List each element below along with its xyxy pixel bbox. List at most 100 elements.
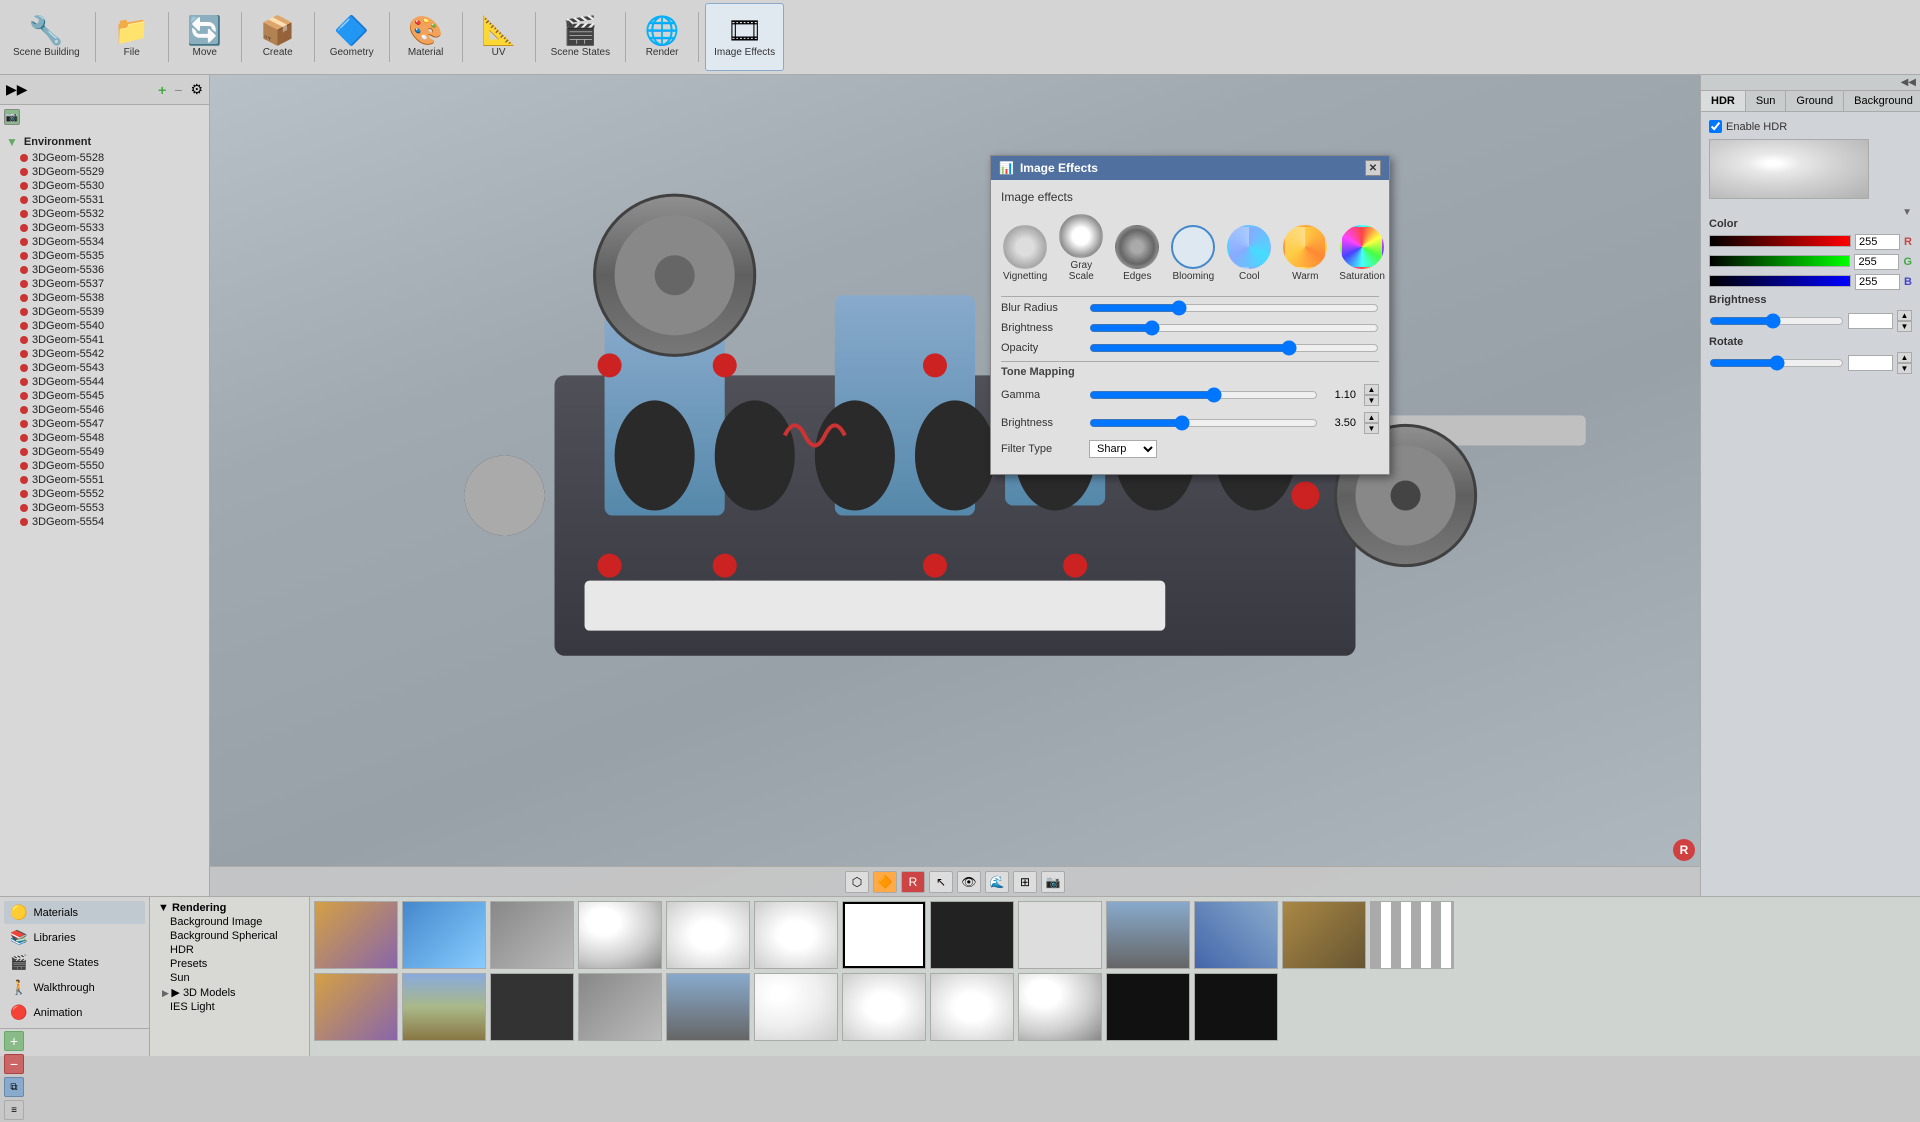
bl-tab-animation[interactable]: 🔴 Animation xyxy=(4,1001,145,1024)
sidebar-add-icon[interactable]: + xyxy=(156,80,168,100)
brightness-up-btn[interactable]: ▲ xyxy=(1897,310,1912,321)
tree-item-3dgeom-5528[interactable]: 3DGeom-5528 xyxy=(4,151,205,165)
thumb-8[interactable] xyxy=(930,901,1014,969)
ie-gamma-slider[interactable] xyxy=(1089,387,1318,403)
tree-item-3dgeom-5537[interactable]: 3DGeom-5537 xyxy=(4,277,205,291)
vp-btn-camera[interactable]: 📷 xyxy=(1041,871,1065,893)
thumb-23[interactable] xyxy=(1106,973,1190,1041)
bottom-settings-button[interactable]: ≡ xyxy=(4,1100,24,1120)
tree-item-3dgeom-5545[interactable]: 3DGeom-5545 xyxy=(4,389,205,403)
bl-tab-libraries[interactable]: 📚 Libraries xyxy=(4,926,145,949)
bt-background-image[interactable]: Background Image xyxy=(154,915,305,929)
bt-rendering[interactable]: ▼ Rendering xyxy=(154,901,305,915)
bl-tab-materials[interactable]: 🟡 Materials xyxy=(4,901,145,924)
brightness-down-btn[interactable]: ▼ xyxy=(1897,321,1912,332)
ie-opacity-slider[interactable] xyxy=(1089,340,1379,356)
thumb-14[interactable] xyxy=(314,973,398,1041)
thumb-10[interactable] xyxy=(1106,901,1190,969)
bl-tab-scene-states[interactable]: 🎬 Scene States xyxy=(4,951,145,974)
tree-item-3dgeom-5535[interactable]: 3DGeom-5535 xyxy=(4,249,205,263)
sidebar-settings-icon[interactable]: ⚙ xyxy=(188,79,205,100)
thumb-21[interactable] xyxy=(930,973,1014,1041)
thumb-7[interactable] xyxy=(842,901,926,969)
color-r-input[interactable] xyxy=(1855,234,1900,250)
toolbar-item-move[interactable]: 🔄 Move xyxy=(175,3,235,71)
thumb-11[interactable] xyxy=(1194,901,1278,969)
rotate-up-btn[interactable]: ▲ xyxy=(1897,352,1912,363)
bt-background-spherical[interactable]: Background Spherical xyxy=(154,929,305,943)
tree-item-3dgeom-5542[interactable]: 3DGeom-5542 xyxy=(4,347,205,361)
ie-effect-edges[interactable]: Edges xyxy=(1113,223,1161,284)
bottom-add-button[interactable]: + xyxy=(4,1031,24,1051)
thumb-4[interactable] xyxy=(578,901,662,969)
tree-item-3dgeom-5539[interactable]: 3DGeom-5539 xyxy=(4,305,205,319)
tree-item-3dgeom-5536[interactable]: 3DGeom-5536 xyxy=(4,263,205,277)
vp-btn-r[interactable]: R xyxy=(901,871,925,893)
rotate-slider[interactable] xyxy=(1709,355,1844,371)
vp-btn-grid[interactable]: ⊞ xyxy=(1013,871,1037,893)
thumb-1[interactable] xyxy=(314,901,398,969)
toolbar-item-render[interactable]: 🌐 Render xyxy=(632,3,692,71)
thumb-5[interactable] xyxy=(666,901,750,969)
bt-ies-light[interactable]: IES Light xyxy=(154,1000,305,1014)
rp-tab-ground[interactable]: Ground xyxy=(1786,91,1844,111)
thumb-3[interactable] xyxy=(490,901,574,969)
vp-btn-select[interactable]: ↖ xyxy=(929,871,953,893)
tree-item-3dgeom-5531[interactable]: 3DGeom-5531 xyxy=(4,193,205,207)
ie-brightness-tone-slider[interactable] xyxy=(1089,415,1318,431)
vp-btn-orange[interactable]: 🔶 xyxy=(873,871,897,893)
tree-item-3dgeom-5540[interactable]: 3DGeom-5540 xyxy=(4,319,205,333)
thumb-24[interactable] xyxy=(1194,973,1278,1041)
tree-item-3dgeom-5554[interactable]: 3DGeom-5554 xyxy=(4,515,205,529)
ie-brightness-slider[interactable] xyxy=(1089,320,1379,336)
tree-item-3dgeom-5546[interactable]: 3DGeom-5546 xyxy=(4,403,205,417)
ie-gamma-down[interactable]: ▼ xyxy=(1364,395,1379,406)
tree-item-3dgeom-5547[interactable]: 3DGeom-5547 xyxy=(4,417,205,431)
r-badge[interactable]: R xyxy=(1673,839,1695,861)
bt-3d-models[interactable]: ▶ 3D Models xyxy=(154,985,305,1000)
vp-btn-cube[interactable]: ⬡ xyxy=(845,871,869,893)
tree-item-3dgeom-5552[interactable]: 3DGeom-5552 xyxy=(4,487,205,501)
ie-blur-radius-slider[interactable] xyxy=(1089,300,1379,316)
tree-item-3dgeom-5534[interactable]: 3DGeom-5534 xyxy=(4,235,205,249)
bt-sun[interactable]: Sun xyxy=(154,971,305,985)
right-panel-collapse-icon[interactable]: ◀◀ xyxy=(1901,77,1916,88)
bottom-dup-button[interactable]: ⧉ xyxy=(4,1077,24,1097)
ie-effect-cool[interactable]: Cool xyxy=(1225,223,1273,284)
thumb-18[interactable] xyxy=(666,973,750,1041)
tree-item-3dgeom-5541[interactable]: 3DGeom-5541 xyxy=(4,333,205,347)
thumb-15[interactable] xyxy=(402,973,486,1041)
thumb-13[interactable] xyxy=(1370,901,1454,969)
ie-effect-warm[interactable]: Warm xyxy=(1281,223,1329,284)
thumb-20[interactable] xyxy=(842,973,926,1041)
sidebar-remove-icon[interactable]: − xyxy=(172,80,184,100)
thumb-12[interactable] xyxy=(1282,901,1366,969)
bt-hdr[interactable]: HDR xyxy=(154,943,305,957)
vp-btn-eye[interactable]: 👁 xyxy=(957,871,981,893)
tree-item-3dgeom-5532[interactable]: 3DGeom-5532 xyxy=(4,207,205,221)
ie-effect-grayscale[interactable]: Gray Scale xyxy=(1057,212,1105,284)
tree-item-3dgeom-5548[interactable]: 3DGeom-5548 xyxy=(4,431,205,445)
tree-item-3dgeom-5544[interactable]: 3DGeom-5544 xyxy=(4,375,205,389)
ie-effect-blooming[interactable]: Blooming xyxy=(1169,223,1217,284)
tree-item-3dgeom-5543[interactable]: 3DGeom-5543 xyxy=(4,361,205,375)
bl-tab-walkthrough[interactable]: 🚶 Walkthrough xyxy=(4,976,145,999)
thumb-16[interactable] xyxy=(490,973,574,1041)
thumb-6[interactable] xyxy=(754,901,838,969)
tree-item-3dgeom-5553[interactable]: 3DGeom-5553 xyxy=(4,501,205,515)
brightness-input[interactable]: 4.70 xyxy=(1848,313,1893,329)
toolbar-item-image-effects[interactable]: 🎞 Image Effects xyxy=(705,3,784,71)
tree-item-3dgeom-5529[interactable]: 3DGeom-5529 xyxy=(4,165,205,179)
bottom-remove-button[interactable]: − xyxy=(4,1054,24,1074)
sidebar-color-btn-1[interactable]: 📷 xyxy=(4,109,20,125)
rotate-down-btn[interactable]: ▼ xyxy=(1897,363,1912,374)
tree-item-3dgeom-5533[interactable]: 3DGeom-5533 xyxy=(4,221,205,235)
ie-effect-saturation[interactable]: Saturation xyxy=(1337,223,1387,284)
tree-item-3dgeom-5550[interactable]: 3DGeom-5550 xyxy=(4,459,205,473)
tree-item-3dgeom-5549[interactable]: 3DGeom-5549 xyxy=(4,445,205,459)
viewport[interactable]: 📊 Image Effects ✕ Image effects Vignetti… xyxy=(210,75,1700,896)
ie-close-button[interactable]: ✕ xyxy=(1365,160,1381,176)
toolbar-item-uv[interactable]: 📐 UV xyxy=(469,3,529,71)
rp-tab-background[interactable]: Background xyxy=(1844,91,1920,111)
thumb-2[interactable] xyxy=(402,901,486,969)
